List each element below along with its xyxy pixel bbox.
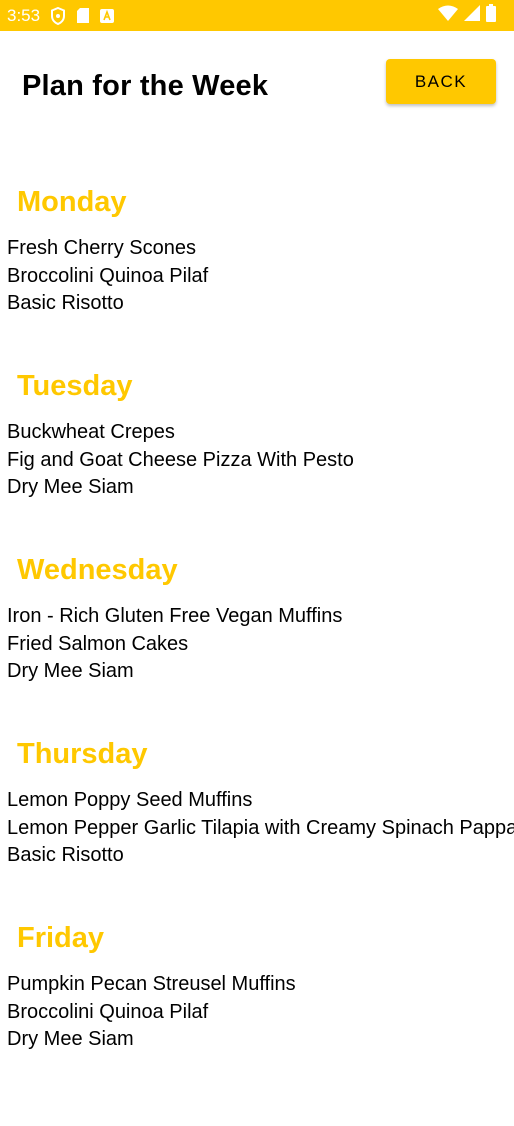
meal-item: Broccolini Quinoa Pilaf bbox=[7, 1001, 209, 1023]
meal-item: Fig and Goat Cheese Pizza With Pesto bbox=[7, 449, 354, 471]
meal-item: Buckwheat Crepes bbox=[7, 421, 175, 443]
meal-item: Dry Mee Siam bbox=[7, 476, 134, 498]
meal-item: Basic Risotto bbox=[7, 844, 124, 866]
day-heading: Thursday bbox=[17, 738, 148, 770]
meal-item: Basic Risotto bbox=[7, 292, 124, 314]
meal-item: Pumpkin Pecan Streusel Muffins bbox=[7, 973, 296, 995]
a-box-icon bbox=[100, 8, 115, 23]
day-heading: Monday bbox=[17, 186, 127, 218]
signal-icon bbox=[464, 5, 480, 26]
status-time: 3:53 bbox=[7, 5, 41, 25]
meal-item: Dry Mee Siam bbox=[7, 660, 134, 682]
page-title: Plan for the Week bbox=[22, 70, 269, 102]
meal-item: Fresh Cherry Scones bbox=[7, 237, 196, 259]
day-heading: Tuesday bbox=[17, 370, 133, 402]
meal-item: Iron - Rich Gluten Free Vegan Muffins bbox=[7, 605, 343, 627]
meal-item: Fried Salmon Cakes bbox=[7, 633, 189, 655]
shield-icon bbox=[50, 6, 66, 25]
sd-card-icon bbox=[76, 7, 90, 24]
day-heading: Wednesday bbox=[17, 554, 178, 586]
meal-item: Lemon Pepper Garlic Tilapia with Creamy … bbox=[7, 817, 514, 839]
day-heading: Friday bbox=[17, 922, 105, 954]
status-bar: 3:53 bbox=[0, 0, 514, 31]
battery-icon bbox=[486, 4, 496, 27]
back-button[interactable]: BACK bbox=[386, 59, 496, 104]
meal-item: Lemon Poppy Seed Muffins bbox=[7, 789, 253, 811]
meal-item: Dry Mee Siam bbox=[7, 1028, 134, 1050]
wifi-icon bbox=[438, 5, 458, 26]
meal-item: Broccolini Quinoa Pilaf bbox=[7, 265, 209, 287]
